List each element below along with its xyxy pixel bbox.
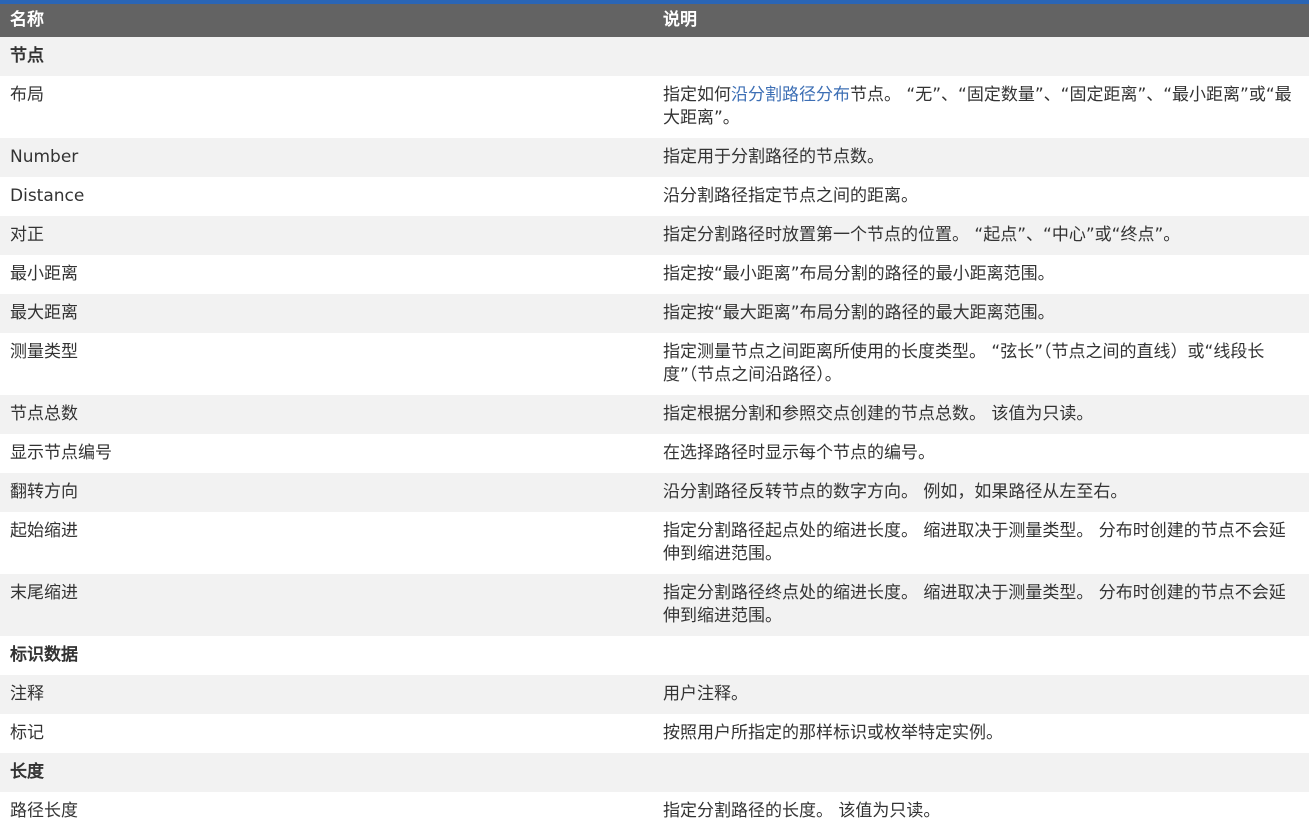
param-name: 显示节点编号 bbox=[0, 434, 653, 473]
param-description: 沿分割路径反转节点的数字方向。 例如，如果路径从左至右。 bbox=[653, 473, 1309, 512]
table-row: 测量类型 指定测量节点之间距离所使用的长度类型。 “弦长”（节点之间的直线）或“… bbox=[0, 333, 1309, 395]
table-row: 起始缩进 指定分割路径起点处的缩进长度。 缩进取决于测量类型。 分布时创建的节点… bbox=[0, 512, 1309, 574]
table-row: 注释 用户注释。 bbox=[0, 675, 1309, 714]
param-name: Number bbox=[0, 138, 653, 177]
table-row: 显示节点编号 在选择路径时显示每个节点的编号。 bbox=[0, 434, 1309, 473]
param-name: 翻转方向 bbox=[0, 473, 653, 512]
table-header-row: 名称 说明 bbox=[0, 4, 1309, 37]
param-name: 对正 bbox=[0, 216, 653, 255]
section-row: 长度 bbox=[0, 753, 1309, 792]
param-description: 在选择路径时显示每个节点的编号。 bbox=[653, 434, 1309, 473]
param-description: 指定分割路径终点处的缩进长度。 缩进取决于测量类型。 分布时创建的节点不会延伸到… bbox=[653, 574, 1309, 636]
param-description: 按照用户所指定的那样标识或枚举特定实例。 bbox=[653, 714, 1309, 753]
table-row: 路径长度 指定分割路径的长度。 该值为只读。 bbox=[0, 792, 1309, 831]
param-name: 最小距离 bbox=[0, 255, 653, 294]
distribute-along-path-link[interactable]: 沿分割路径分布 bbox=[731, 85, 850, 105]
table-row: 翻转方向 沿分割路径反转节点的数字方向。 例如，如果路径从左至右。 bbox=[0, 473, 1309, 512]
param-name: 最大距离 bbox=[0, 294, 653, 333]
desc-text: 指定如何 bbox=[663, 85, 731, 105]
param-description: 指定分割路径的长度。 该值为只读。 bbox=[653, 792, 1309, 831]
table-row: 节点总数 指定根据分割和参照交点创建的节点总数。 该值为只读。 bbox=[0, 395, 1309, 434]
param-description: 指定测量节点之间距离所使用的长度类型。 “弦长”（节点之间的直线）或“线段长度”… bbox=[653, 333, 1309, 395]
table-row: 对正 指定分割路径时放置第一个节点的位置。 “起点”、“中心”或“终点”。 bbox=[0, 216, 1309, 255]
param-name: 起始缩进 bbox=[0, 512, 653, 574]
header-description: 说明 bbox=[653, 4, 1309, 37]
section-row: 节点 bbox=[0, 37, 1309, 76]
param-name: 测量类型 bbox=[0, 333, 653, 395]
param-name: 布局 bbox=[0, 76, 653, 138]
table-row: 末尾缩进 指定分割路径终点处的缩进长度。 缩进取决于测量类型。 分布时创建的节点… bbox=[0, 574, 1309, 636]
param-name: 注释 bbox=[0, 675, 653, 714]
param-description: 指定如何沿分割路径分布节点。 “无”、“固定数量”、“固定距离”、“最小距离”或… bbox=[653, 76, 1309, 138]
table-row: 标记 按照用户所指定的那样标识或枚举特定实例。 bbox=[0, 714, 1309, 753]
table-row: 最小距离 指定按“最小距离”布局分割的路径的最小距离范围。 bbox=[0, 255, 1309, 294]
param-description: 指定按“最大距离”布局分割的路径的最大距离范围。 bbox=[653, 294, 1309, 333]
param-name: 标记 bbox=[0, 714, 653, 753]
section-title: 标识数据 bbox=[0, 636, 1309, 675]
param-description: 指定按“最小距离”布局分割的路径的最小距离范围。 bbox=[653, 255, 1309, 294]
table-row: Number 指定用于分割路径的节点数。 bbox=[0, 138, 1309, 177]
param-name: 节点总数 bbox=[0, 395, 653, 434]
param-name: 末尾缩进 bbox=[0, 574, 653, 636]
param-description: 指定分割路径起点处的缩进长度。 缩进取决于测量类型。 分布时创建的节点不会延伸到… bbox=[653, 512, 1309, 574]
param-description: 指定根据分割和参照交点创建的节点总数。 该值为只读。 bbox=[653, 395, 1309, 434]
properties-table: 名称 说明 节点 布局 指定如何沿分割路径分布节点。 “无”、“固定数量”、“固… bbox=[0, 4, 1309, 831]
table-row: Distance 沿分割路径指定节点之间的距离。 bbox=[0, 177, 1309, 216]
section-title: 长度 bbox=[0, 753, 1309, 792]
section-title: 节点 bbox=[0, 37, 1309, 76]
param-name: Distance bbox=[0, 177, 653, 216]
param-name: 路径长度 bbox=[0, 792, 653, 831]
table-row: 布局 指定如何沿分割路径分布节点。 “无”、“固定数量”、“固定距离”、“最小距… bbox=[0, 76, 1309, 138]
param-description: 指定用于分割路径的节点数。 bbox=[653, 138, 1309, 177]
table-row: 最大距离 指定按“最大距离”布局分割的路径的最大距离范围。 bbox=[0, 294, 1309, 333]
param-description: 指定分割路径时放置第一个节点的位置。 “起点”、“中心”或“终点”。 bbox=[653, 216, 1309, 255]
param-description: 用户注释。 bbox=[653, 675, 1309, 714]
section-row: 标识数据 bbox=[0, 636, 1309, 675]
param-description: 沿分割路径指定节点之间的距离。 bbox=[653, 177, 1309, 216]
header-name: 名称 bbox=[0, 4, 653, 37]
